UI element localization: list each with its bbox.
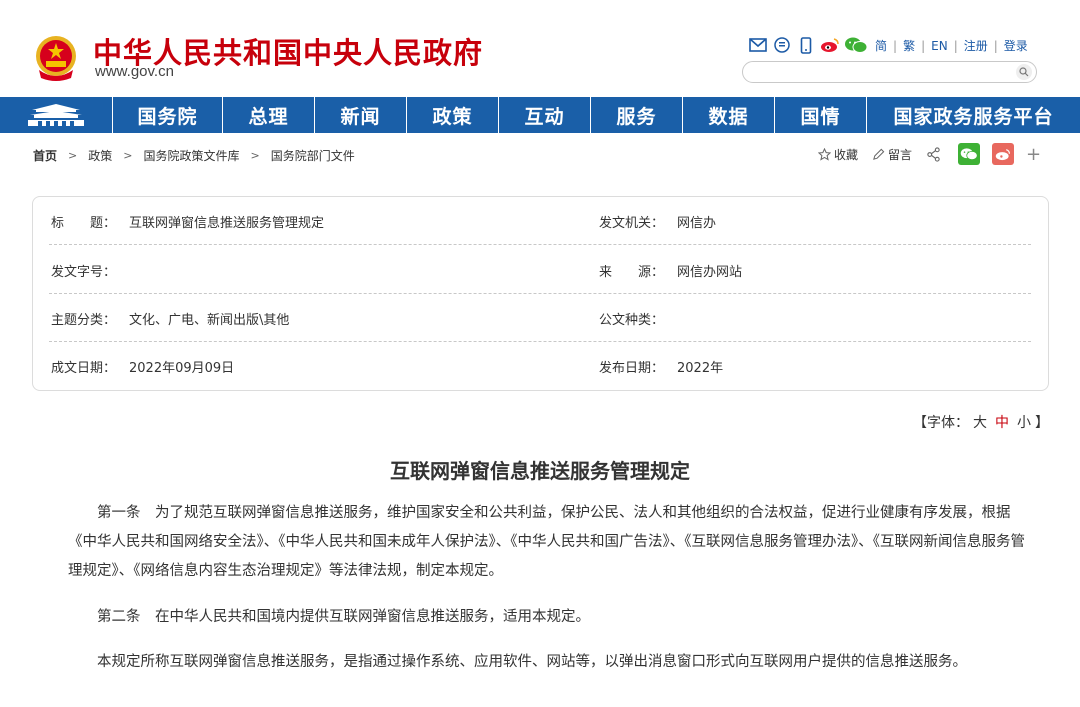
- topic-label: 主题分类：: [51, 312, 117, 328]
- language-links: 简 | 繁 | EN | 注册 | 登录: [875, 37, 1028, 54]
- info-row-title: 标 题： 互联网弹窗信息推送服务管理规定 发文机关： 网信办: [49, 197, 1031, 245]
- traditional-link[interactable]: 繁: [903, 37, 915, 54]
- font-size-close: 】: [1035, 415, 1049, 431]
- font-size-open: 【字体：: [913, 415, 969, 431]
- star-icon: [818, 147, 831, 161]
- main-nav: 国务院 总理 新闻 政策 互动 服务 数据 国情 国家政务服务平台: [0, 97, 1080, 133]
- pen-icon: [873, 148, 885, 160]
- nav-item-interaction[interactable]: 互动: [499, 97, 591, 133]
- nav-item-state-council[interactable]: 国务院: [113, 97, 223, 133]
- header-tools: [748, 35, 872, 55]
- nav-item-data[interactable]: 数据: [683, 97, 775, 133]
- font-size-medium[interactable]: 中: [995, 415, 1009, 431]
- tiananmen-icon[interactable]: [0, 97, 113, 133]
- search-icon[interactable]: [1016, 64, 1032, 80]
- breadcrumb-policy-library[interactable]: 国务院政策文件库: [143, 147, 239, 164]
- nav-item-news[interactable]: 新闻: [315, 97, 407, 133]
- breadcrumb-dept-documents[interactable]: 国务院部门文件: [271, 147, 355, 164]
- favorite-label: 收藏: [834, 147, 859, 162]
- info-row-dates: 成文日期： 2022年09月09日 发布日期： 2022年: [49, 342, 1031, 390]
- title-value: 互联网弹窗信息推送服务管理规定: [129, 215, 325, 231]
- chevron-right-icon: >: [250, 149, 260, 162]
- doctype-label: 公文种类：: [599, 312, 665, 328]
- register-link[interactable]: 注册: [964, 37, 988, 54]
- published-date-label: 发布日期：: [599, 360, 665, 376]
- font-size-small[interactable]: 小: [1017, 415, 1031, 431]
- article-paragraph: 第一条 为了规范互联网弹窗信息推送服务，维护国家安全和公共利益，保护公民、法人和…: [68, 505, 1025, 579]
- more-share-icon[interactable]: +: [1026, 144, 1041, 165]
- published-date-value: 2022年: [677, 360, 724, 376]
- issuer-label: 发文机关：: [599, 215, 665, 231]
- written-date-label: 成文日期：: [51, 360, 117, 376]
- share-icon[interactable]: [926, 146, 944, 162]
- article-paragraph: 第二条 在中华人民共和国境内提供互联网弹窗信息推送服务，适用本规定。: [97, 609, 590, 625]
- nav-item-policy[interactable]: 政策: [407, 97, 499, 133]
- share-bar: 收藏 留言 +: [818, 142, 1041, 166]
- search-box: [742, 61, 1037, 83]
- comment-label: 留言: [888, 147, 913, 162]
- search-input[interactable]: [753, 63, 1013, 83]
- comment-button[interactable]: 留言: [872, 146, 912, 163]
- breadcrumb-policy[interactable]: 政策: [88, 147, 112, 164]
- info-row-topic: 主题分类： 文化、广电、新闻出版\其他 公文种类：: [49, 294, 1031, 342]
- topic-value: 文化、广电、新闻出版\其他: [129, 312, 290, 328]
- simplified-link[interactable]: 简: [875, 37, 887, 54]
- font-size-switch: 【字体：大中小】: [913, 412, 1049, 432]
- article-title: 互联网弹窗信息推送服务管理规定: [390, 459, 690, 483]
- document-info-table: 标 题： 互联网弹窗信息推送服务管理规定 发文机关： 网信办 发文字号： 来 源： 网…: [32, 196, 1049, 391]
- wechat-icon[interactable]: [844, 36, 868, 54]
- national-emblem-icon[interactable]: [33, 34, 79, 82]
- issuer-value: 网信办: [677, 215, 717, 231]
- title-label: 标 题：: [51, 215, 117, 231]
- source-label: 来 源：: [599, 264, 665, 280]
- nav-item-premier[interactable]: 总理: [223, 97, 315, 133]
- mail-icon[interactable]: [748, 36, 768, 54]
- english-link[interactable]: EN: [931, 39, 948, 53]
- info-row-docno: 发文字号： 来 源： 网信办网站: [49, 246, 1031, 294]
- site-domain: www.gov.cn: [95, 63, 174, 80]
- login-link[interactable]: 登录: [1004, 37, 1028, 54]
- nav-item-gov-service-platform[interactable]: 国家政务服务平台: [867, 97, 1080, 133]
- breadcrumb-home[interactable]: 首页: [33, 147, 57, 164]
- weibo-share-icon[interactable]: [992, 143, 1015, 165]
- font-size-large[interactable]: 大: [973, 415, 987, 431]
- weibo-icon[interactable]: [820, 36, 840, 54]
- chevron-right-icon: >: [68, 149, 78, 162]
- site-header: 中华人民共和国中央人民政府 www.gov.cn 简 | 繁 | EN | 注册…: [0, 0, 1080, 97]
- chevron-right-icon: >: [123, 149, 133, 162]
- source-value: 网信办网站: [677, 264, 743, 280]
- mobile-icon[interactable]: [796, 36, 816, 54]
- article-paragraph: 本规定所称互联网弹窗信息推送服务，是指通过操作系统、应用软件、网站等，以弹出消息…: [97, 654, 967, 670]
- wechat-share-icon[interactable]: [958, 143, 981, 165]
- breadcrumb: 首页 > 政策 > 国务院政策文件库 > 国务院部门文件: [33, 147, 355, 164]
- docno-label: 发文字号：: [51, 264, 117, 280]
- rss-icon[interactable]: [772, 36, 792, 54]
- written-date-value: 2022年09月09日: [129, 360, 235, 376]
- favorite-button[interactable]: 收藏: [818, 146, 858, 163]
- nav-item-national-info[interactable]: 国情: [775, 97, 867, 133]
- nav-item-services[interactable]: 服务: [591, 97, 683, 133]
